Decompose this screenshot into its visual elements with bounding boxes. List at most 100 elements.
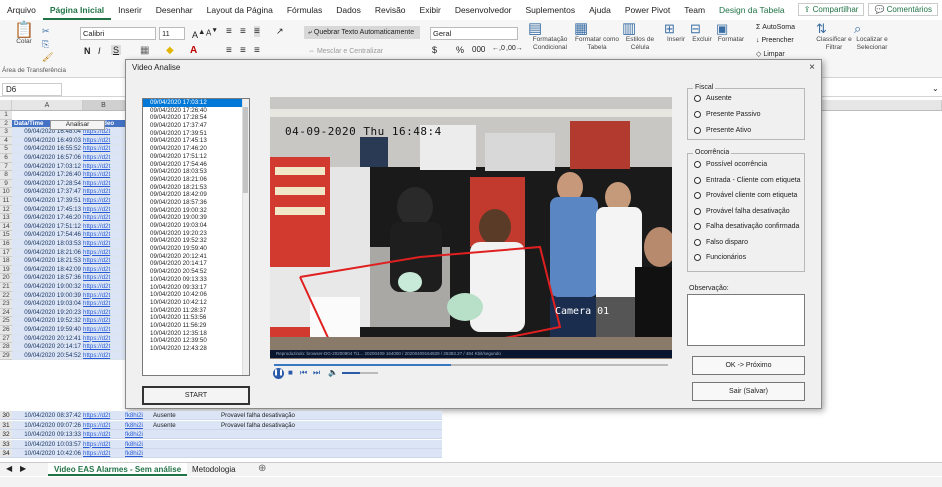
row-header[interactable]: 24	[0, 308, 12, 318]
number-format-select[interactable]: Geral	[430, 27, 518, 40]
row-header[interactable]: 16	[0, 240, 12, 249]
row-header[interactable]: 33	[0, 439, 12, 449]
cell-datetime[interactable]: 09/04/2020 20:54:52	[12, 351, 83, 361]
observation-input[interactable]	[687, 294, 805, 346]
list-scrollbar[interactable]	[242, 99, 249, 375]
ribbon-tab-desenvolvedor[interactable]: Desenvolvedor	[448, 0, 519, 20]
cell-datetime[interactable]: 09/04/2020 17:45:13	[12, 205, 83, 215]
name-box[interactable]: D6	[2, 83, 62, 96]
italic-icon[interactable]: I	[98, 46, 101, 56]
comments-button[interactable]: 💬 Comentários	[868, 3, 938, 16]
row-header[interactable]: 25	[0, 317, 12, 326]
ribbon-tab-layout-da-p-gina[interactable]: Layout da Página	[200, 0, 280, 20]
cell-video-link[interactable]: https://d2t	[83, 154, 125, 163]
cell-datetime[interactable]: 09/04/2020 16:49:03	[12, 136, 83, 146]
cell-video-link[interactable]: https://d2t	[83, 240, 125, 249]
alarm-list-item[interactable]: 09/04/2020 17:28:54	[143, 114, 249, 122]
row-header[interactable]: 27	[0, 334, 12, 344]
row-header[interactable]: 26	[0, 326, 12, 335]
cell-presence[interactable]: Ausente	[150, 411, 218, 420]
row-header[interactable]: 3	[0, 128, 12, 137]
radio-option[interactable]: Presente Ativo	[694, 127, 751, 134]
decrease-decimal-icon[interactable]: ,00→	[506, 45, 523, 52]
alarm-list-item[interactable]: 10/04/2020 11:28:37	[143, 307, 249, 315]
next-sheet-icon[interactable]: ▶	[20, 464, 26, 473]
cell-video-link[interactable]: https://d2t	[83, 449, 125, 458]
radio-option[interactable]: Ausente	[694, 95, 732, 102]
alarm-list[interactable]: 09/04/2020 17:03:12 09/04/2020 17:26:40 09…	[142, 98, 250, 376]
prev-sheet-icon[interactable]: ◀	[6, 464, 12, 473]
stop-icon[interactable]: ■	[288, 368, 293, 377]
alarm-list-item[interactable]: 10/04/2020 11:53:56	[143, 314, 249, 322]
sheet-tab-metodologia[interactable]: Metodologia	[186, 463, 242, 476]
ribbon-tab-desenhar[interactable]: Desenhar	[149, 0, 200, 20]
currency-icon[interactable]: $	[432, 45, 437, 55]
cell-presence[interactable]	[150, 439, 218, 449]
seek-bar[interactable]	[274, 364, 668, 366]
alarm-list-item[interactable]: 09/04/2020 19:00:32	[143, 207, 249, 215]
row-header[interactable]: 18	[0, 257, 12, 266]
cell-datetime[interactable]: 09/04/2020 17:37:47	[12, 188, 83, 197]
list-scrollbar-thumb[interactable]	[243, 107, 248, 193]
cell-video-link[interactable]: https://d2t	[83, 308, 125, 318]
cell-datetime[interactable]: 10/04/2020 09:13:33	[12, 430, 83, 439]
cell-video-link[interactable]: https://d2t	[83, 197, 125, 206]
analisar-button[interactable]: Analisar	[50, 120, 105, 130]
select-all-corner[interactable]	[0, 100, 12, 111]
cell-occurrence[interactable]: Provavel falha desativação	[218, 420, 442, 430]
next-icon[interactable]: ⏭	[313, 368, 320, 378]
cell-video-link[interactable]: https://d2t	[83, 162, 125, 172]
cell-video-link[interactable]: https://d2t	[83, 231, 125, 240]
ribbon-tab-team[interactable]: Team	[677, 0, 712, 20]
cell-datetime[interactable]: 09/04/2020 19:00:32	[12, 283, 83, 292]
cell-datetime[interactable]: 10/04/2020 10:03:57	[12, 439, 83, 449]
video-player[interactable]: 04-09-2020 Thu 16:48:4 Camera 01	[270, 97, 672, 359]
orientation-icon[interactable]: ↗	[276, 26, 284, 37]
cell-datetime[interactable]: 09/04/2020 18:42:09	[12, 265, 83, 275]
cell-video-link[interactable]: https://d2t	[83, 205, 125, 215]
share-button[interactable]: ⇪ Compartilhar	[797, 3, 865, 16]
cell-styles-button[interactable]: ▥ Estilos de Célula	[622, 21, 658, 52]
alarm-list-item[interactable]: 09/04/2020 18:21:53	[143, 184, 249, 192]
sort-filter-button[interactable]: ⇅ Classificar e Filtrar	[816, 22, 852, 52]
start-button[interactable]: START	[142, 386, 250, 405]
row-header[interactable]: 1	[0, 111, 12, 120]
clear-button[interactable]: ◇ Limpar	[756, 50, 785, 58]
fill-color-icon[interactable]: ◆	[166, 45, 174, 56]
alarm-list-item[interactable]: 09/04/2020 18:03:53	[143, 168, 249, 176]
alarm-list-item[interactable]: 10/04/2020 10:42:12	[143, 299, 249, 307]
ribbon-tab-suplementos[interactable]: Suplementos	[519, 0, 583, 20]
row-header[interactable]: 11	[0, 197, 12, 206]
row-header[interactable]: 31	[0, 420, 12, 430]
cell-datetime[interactable]: 09/04/2020 20:14:17	[12, 343, 83, 352]
cell-datetime[interactable]: 10/04/2020 10:42:06	[12, 449, 83, 458]
ribbon-tab-power-pivot[interactable]: Power Pivot	[618, 0, 677, 20]
alarm-list-item[interactable]: 09/04/2020 17:45:13	[143, 137, 249, 145]
row-header[interactable]: 10	[0, 188, 12, 197]
cell-occurrence[interactable]	[218, 449, 442, 458]
column-header-a[interactable]: A	[12, 100, 83, 111]
conditional-format-button[interactable]: ▤ Formatação Condicional	[528, 21, 572, 52]
format-painter-icon[interactable]: 🖌	[42, 50, 53, 64]
row-header[interactable]: 30	[0, 411, 12, 420]
alarm-list-item[interactable]: 09/04/2020 18:21:06	[143, 176, 249, 184]
row-header[interactable]: 22	[0, 291, 12, 301]
row-header[interactable]: 5	[0, 145, 12, 154]
alarm-list-item[interactable]: 09/04/2020 19:00:39	[143, 214, 249, 222]
cell-video-link[interactable]: https://d2t	[83, 300, 125, 309]
insert-cells-button[interactable]: ⊞ Inserir	[664, 22, 688, 44]
ribbon-tab-exibir[interactable]: Exibir	[413, 0, 448, 20]
cell-presence[interactable]: Ausente	[150, 420, 218, 430]
alarm-list-item[interactable]: 09/04/2020 18:57:36	[143, 199, 249, 207]
previous-icon[interactable]: ⏮	[300, 368, 307, 378]
volume-icon[interactable]: 🔈	[328, 368, 338, 377]
cell-datetime[interactable]: 09/04/2020 19:03:04	[12, 300, 83, 309]
cell-video-link[interactable]: https://d2t	[83, 420, 125, 430]
ribbon-tab-ajuda[interactable]: Ajuda	[582, 0, 618, 20]
align-bottom-icon[interactable]: ≡	[254, 26, 260, 37]
cell-video-link[interactable]: https://d2t	[83, 283, 125, 292]
alarm-list-item[interactable]: 10/04/2020 12:35:18	[143, 330, 249, 338]
alarm-list-item[interactable]: 09/04/2020 17:54:46	[143, 161, 249, 169]
row-header[interactable]: 2	[0, 119, 12, 129]
cell-video-link[interactable]: https://d2t	[83, 326, 125, 335]
